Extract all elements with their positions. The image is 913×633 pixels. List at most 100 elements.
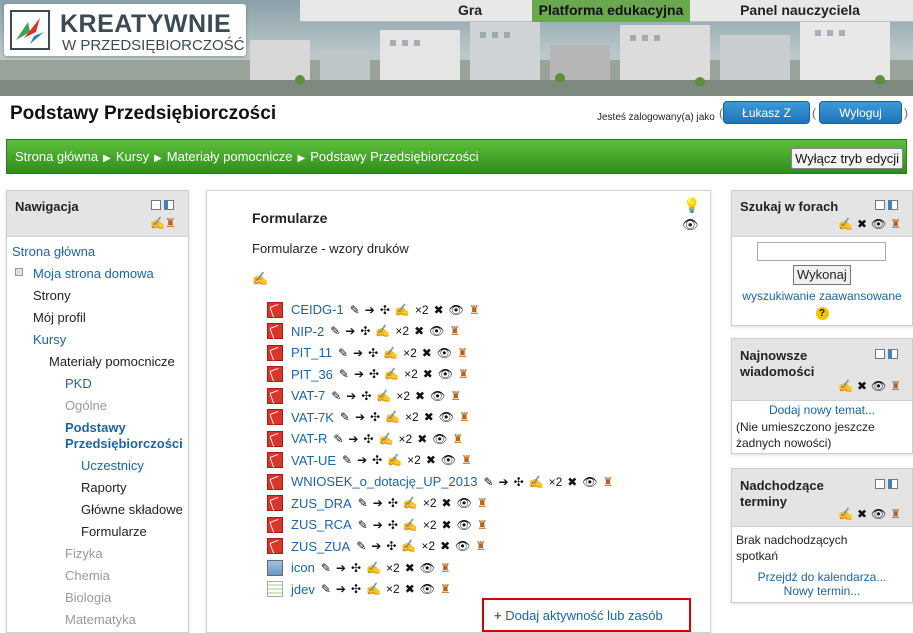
resource-link[interactable]: VAT-UE (291, 453, 336, 468)
delete-icon[interactable]: ✖ (405, 561, 415, 575)
topnav-platforma-edukacyjna[interactable]: Platforma edukacyjna (532, 0, 690, 22)
nav-item-current-course-line2[interactable]: Przedsiębiorczości (65, 436, 183, 451)
breadcrumb-kursy[interactable]: Kursy (116, 149, 149, 164)
visibility-icon[interactable]: 👁 (432, 432, 447, 446)
advanced-search-text[interactable]: wyszukiwanie zaawansowane (742, 289, 901, 303)
roles-icon[interactable]: ♜ (469, 303, 480, 317)
resource-link[interactable]: ZUS_ZUA (291, 539, 350, 554)
move-icon[interactable]: ✣ (370, 410, 380, 424)
resource-link[interactable]: VAT-R (291, 431, 327, 446)
edit-settings-icon[interactable]: ✍ (376, 389, 391, 403)
delete-icon[interactable]: ✖ (567, 475, 577, 489)
pencil-icon[interactable]: ✎ (350, 303, 360, 317)
delete-icon[interactable]: ✖ (434, 303, 444, 317)
new-event-link[interactable]: Nowy termin... (732, 584, 912, 598)
visibility-icon[interactable]: 👁 (439, 410, 454, 424)
delete-icon[interactable]: ✖ (426, 453, 436, 467)
site-logo[interactable]: KREATYWNIE W PRZEDSIĘBIORCZOŚĆ (4, 4, 246, 56)
roles-icon[interactable]: ♜ (450, 389, 461, 403)
duplicate-icon[interactable]: ×2 (423, 518, 437, 532)
duplicate-icon[interactable]: ×2 (399, 432, 413, 446)
delete-icon[interactable]: ✖ (857, 217, 867, 231)
move-right-icon[interactable]: ➔ (336, 582, 346, 596)
duplicate-icon[interactable]: ×2 (386, 582, 400, 596)
move-right-icon[interactable]: ➔ (346, 389, 356, 403)
resource-link[interactable]: icon (291, 560, 315, 575)
roles-icon[interactable]: ♜ (458, 367, 469, 381)
visibility-icon[interactable]: 👁 (871, 379, 886, 393)
topnav-panel-nauczyciela[interactable]: Panel nauczyciela (725, 0, 875, 22)
roles-icon[interactable]: ♜ (165, 216, 176, 230)
edit-settings-icon[interactable]: ✍ (384, 367, 399, 381)
move-right-icon[interactable]: ➔ (336, 561, 346, 575)
nav-item-ogolne[interactable]: Ogólne (65, 398, 107, 413)
dock-icon[interactable] (164, 200, 174, 211)
roles-icon[interactable]: ♜ (440, 561, 451, 575)
move-icon[interactable]: ✣ (363, 432, 373, 446)
move-right-icon[interactable]: ➔ (365, 303, 375, 317)
forum-search-button[interactable]: Wykonaj (793, 265, 851, 285)
edit-settings-icon[interactable]: ✍ (383, 346, 398, 360)
duplicate-icon[interactable]: ×2 (407, 453, 421, 467)
roles-icon[interactable]: ♜ (459, 410, 470, 424)
pencil-icon[interactable]: ✎ (338, 346, 348, 360)
duplicate-icon[interactable]: ×2 (421, 539, 435, 553)
visibility-icon[interactable]: 👁 (441, 453, 456, 467)
collapse-icon[interactable] (875, 479, 885, 490)
visibility-icon[interactable]: 👁 (437, 346, 452, 360)
breadcrumb-materialy[interactable]: Materiały pomocnicze (167, 149, 293, 164)
delete-icon[interactable]: ✖ (414, 324, 424, 338)
duplicate-icon[interactable]: ×2 (395, 324, 409, 338)
edit-settings-icon[interactable]: ✍ (529, 475, 544, 489)
section-visibility-icon[interactable]: 👁 (682, 217, 699, 233)
add-activity-link[interactable]: Dodaj aktywność lub zasób (505, 608, 663, 623)
duplicate-icon[interactable]: ×2 (386, 561, 400, 575)
move-right-icon[interactable]: ➔ (373, 518, 383, 532)
nav-item-dashboard[interactable]: Moja strona domowa (33, 266, 154, 281)
resource-link[interactable]: VAT-7 (291, 388, 325, 403)
delete-icon[interactable]: ✖ (424, 410, 434, 424)
move-icon[interactable]: ✣ (351, 561, 361, 575)
visibility-icon[interactable]: 👁 (871, 217, 886, 231)
pencil-icon[interactable]: ✎ (330, 324, 340, 338)
visibility-icon[interactable]: 👁 (582, 475, 597, 489)
advanced-search-link[interactable]: wyszukiwanie zaawansowane ? (742, 288, 902, 320)
logout-button[interactable]: Wyloguj (819, 101, 902, 124)
nav-item-pages[interactable]: Strony (33, 288, 71, 303)
visibility-icon[interactable]: 👁 (455, 539, 470, 553)
duplicate-icon[interactable]: ×2 (404, 367, 418, 381)
duplicate-icon[interactable]: ×2 (396, 389, 410, 403)
breadcrumb-current[interactable]: Podstawy Przedsiębiorczości (310, 149, 478, 164)
visibility-icon[interactable]: 👁 (457, 496, 472, 510)
help-icon[interactable]: ? (815, 307, 829, 320)
edit-settings-icon[interactable]: ✍ (838, 507, 853, 521)
duplicate-icon[interactable]: ×2 (403, 346, 417, 360)
move-icon[interactable]: ✣ (351, 582, 361, 596)
nav-item-home[interactable]: Strona główna (12, 244, 95, 259)
move-icon[interactable]: ✣ (380, 303, 390, 317)
add-activity-box[interactable]: + Dodaj aktywność lub zasób (482, 598, 691, 632)
topnav-gra[interactable]: Gra (425, 0, 515, 22)
delete-icon[interactable]: ✖ (415, 389, 425, 403)
move-icon[interactable]: ✣ (360, 324, 370, 338)
dock-icon[interactable] (888, 479, 898, 490)
collapse-node-icon[interactable] (15, 268, 23, 276)
roles-icon[interactable]: ♜ (890, 217, 901, 231)
move-right-icon[interactable]: ➔ (354, 367, 364, 381)
go-to-calendar-link[interactable]: Przejdź do kalendarza... (732, 570, 912, 584)
visibility-icon[interactable]: 👁 (420, 561, 435, 575)
pencil-icon[interactable]: ✎ (339, 367, 349, 381)
edit-settings-icon[interactable]: ✍ (401, 539, 416, 553)
move-right-icon[interactable]: ➔ (355, 410, 365, 424)
pencil-icon[interactable]: ✎ (356, 539, 366, 553)
highlight-lightbulb-icon[interactable]: 💡 (683, 197, 700, 214)
resource-link[interactable]: PIT_11 (291, 345, 332, 360)
edit-settings-icon[interactable]: ✍ (366, 561, 381, 575)
nav-item-materialy[interactable]: Materiały pomocnicze (49, 354, 175, 369)
pencil-icon[interactable]: ✎ (321, 582, 331, 596)
roles-icon[interactable]: ♜ (890, 507, 901, 521)
delete-icon[interactable]: ✖ (423, 367, 433, 381)
delete-icon[interactable]: ✖ (422, 346, 432, 360)
move-right-icon[interactable]: ➔ (348, 432, 358, 446)
edit-settings-icon[interactable]: ✍ (385, 410, 400, 424)
